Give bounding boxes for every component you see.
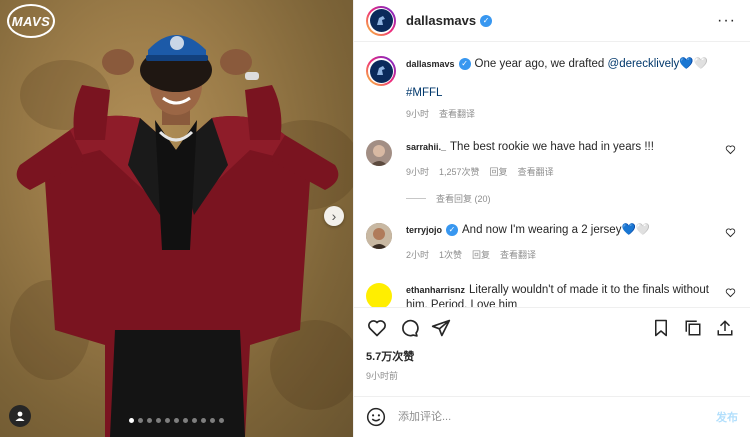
carousel-dot <box>129 418 134 423</box>
comment-username[interactable]: terryjojo <box>406 225 442 235</box>
carousel-dot <box>147 418 152 423</box>
heart-icon[interactable] <box>725 227 736 238</box>
instagram-post: MAVS › dallasmavs ✓ ··· dallasmavs ✓ One… <box>0 0 750 437</box>
comment-text: And now I'm wearing a 2 jersey💙🤍 <box>462 224 651 236</box>
comment-icon <box>402 319 419 337</box>
player-photo <box>16 35 339 437</box>
caption-time: 9小时 <box>406 109 430 119</box>
tagged-users-button[interactable] <box>9 405 31 427</box>
carousel-dot <box>165 418 170 423</box>
comment-time: 2小时 <box>406 250 430 260</box>
mavs-logo: MAVS <box>7 4 55 38</box>
view-replies-label: 查看回复 (20) <box>436 194 491 204</box>
carousel-dot <box>210 418 215 423</box>
mavs-horse-icon <box>377 15 385 25</box>
comment-item: ethanharrisnz Literally wouldn't of made … <box>366 283 738 307</box>
comment-username[interactable]: sarrahii._ <box>406 142 446 152</box>
emoji-icon[interactable] <box>366 407 386 427</box>
translate-link[interactable]: 查看翻译 <box>439 109 475 119</box>
carousel-dot <box>183 418 188 423</box>
carousel-dot <box>174 418 179 423</box>
verified-badge-icon: ✓ <box>446 224 459 237</box>
comment-item: terryjojo ✓ And now I'm wearing a 2 jersey… <box>366 223 738 263</box>
comment-button[interactable] <box>398 317 420 339</box>
share-button[interactable] <box>430 317 452 339</box>
mention-link[interactable]: @derecklively <box>608 58 680 70</box>
author-username[interactable]: dallasmavs <box>406 13 476 28</box>
next-slide-button[interactable]: › <box>324 206 344 226</box>
caption: dallasmavs ✓ One year ago, we drafted @der… <box>366 56 738 122</box>
post-age: 9小时前 <box>366 371 399 381</box>
caption-emojis: 💙🤍 <box>679 58 708 70</box>
view-replies-button[interactable]: 查看回复 (20) <box>406 192 738 205</box>
like-button[interactable] <box>366 317 388 339</box>
divider <box>406 198 426 199</box>
carousel-dot <box>192 418 197 423</box>
upload-icon <box>717 320 733 336</box>
carousel-dot <box>138 418 143 423</box>
hashtag-link[interactable]: #MFFL <box>406 87 442 99</box>
heart-icon[interactable] <box>725 287 736 298</box>
add-comment-bar: 发布 <box>354 396 750 437</box>
comment-text: The best rookie we have had in years !!! <box>450 141 654 153</box>
action-bar <box>354 307 750 348</box>
comment-time: 9小时 <box>406 167 430 177</box>
post-header: dallasmavs ✓ ··· <box>354 0 750 42</box>
verified-badge-icon: ✓ <box>480 14 493 27</box>
post-media[interactable]: MAVS › <box>0 0 353 437</box>
more-horizontal-icon[interactable]: ··· <box>717 12 736 30</box>
translate-link[interactable]: 查看翻译 <box>500 250 536 260</box>
carousel-indicator <box>0 418 353 423</box>
upload-button[interactable] <box>714 317 736 339</box>
carousel-dot <box>201 418 206 423</box>
caption-username[interactable]: dallasmavs <box>406 59 455 69</box>
reply-button[interactable]: 回复 <box>472 250 490 260</box>
comment-likes[interactable]: 1,257次赞 <box>439 167 480 177</box>
post-comment-button[interactable]: 发布 <box>716 409 738 425</box>
chevron-right-icon: › <box>331 208 337 224</box>
repost-button[interactable] <box>682 317 704 339</box>
mavs-horse-icon <box>377 66 385 75</box>
caption-avatar[interactable] <box>366 56 396 86</box>
save-button[interactable] <box>650 317 672 339</box>
send-icon <box>431 319 451 337</box>
like-count[interactable]: 5.7万次赞 <box>354 348 750 364</box>
carousel-dot <box>219 418 224 423</box>
caption-text: One year ago, we drafted <box>474 58 608 70</box>
commenter-avatar[interactable] <box>366 140 392 166</box>
author-avatar[interactable] <box>366 5 396 36</box>
comments-list[interactable]: dallasmavs ✓ One year ago, we drafted @der… <box>354 42 750 307</box>
copy-icon <box>685 320 701 336</box>
comment-item: sarrahii._ The best rookie we have had in… <box>366 140 738 180</box>
commenter-avatar[interactable] <box>366 283 392 307</box>
reply-button[interactable]: 回复 <box>490 167 508 177</box>
bookmark-icon <box>655 319 667 337</box>
carousel-dot <box>156 418 161 423</box>
comment-likes[interactable]: 1次赞 <box>439 250 462 260</box>
post-sidebar: dallasmavs ✓ ··· dallasmavs ✓ One year ago… <box>353 0 750 437</box>
translate-link[interactable]: 查看翻译 <box>518 167 554 177</box>
comment-username[interactable]: ethanharrisnz <box>406 285 465 295</box>
heart-icon <box>368 320 386 337</box>
comment-input[interactable] <box>396 410 716 424</box>
verified-badge-icon: ✓ <box>458 58 471 71</box>
commenter-avatar[interactable] <box>366 223 392 249</box>
heart-icon[interactable] <box>725 144 736 155</box>
